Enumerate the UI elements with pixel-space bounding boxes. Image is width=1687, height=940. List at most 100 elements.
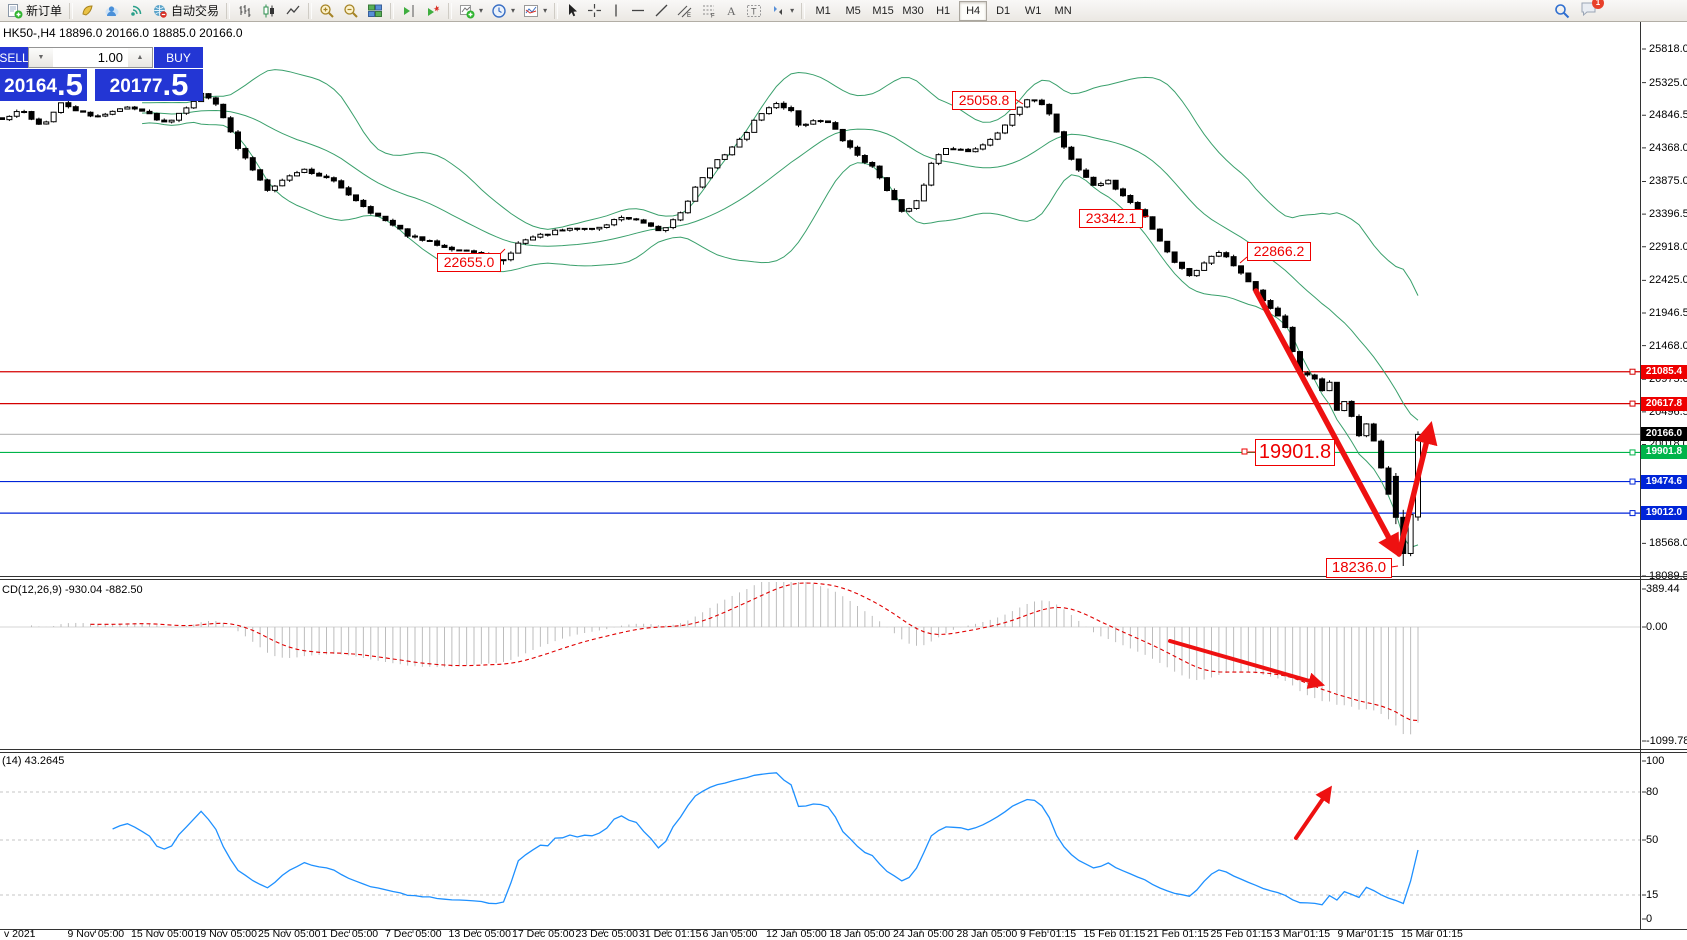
chart-ohlc-header: HK50-,H4 18896.0 20166.0 18885.0 20166.0 — [3, 26, 243, 40]
line-chart-mode-button[interactable] — [281, 1, 305, 21]
price-annotation[interactable]: 25058.8 — [952, 91, 1016, 110]
periods-button[interactable]: ▾ — [487, 1, 519, 21]
chart-shift-icon — [401, 3, 417, 19]
search-icon[interactable] — [1554, 3, 1570, 19]
svg-text:T: T — [751, 7, 757, 17]
rsi-label: (14) 43.2645 — [2, 755, 64, 767]
timeframe-M1[interactable]: M1 — [809, 1, 837, 21]
chat-badge: 1 — [1592, 0, 1604, 9]
price-badge: 20617.8 — [1641, 397, 1687, 411]
zoom-in-button[interactable] — [315, 1, 339, 21]
timeframe-MN[interactable]: MN — [1049, 1, 1077, 21]
chevron-down-icon: ▾ — [511, 6, 515, 15]
price-annotation[interactable]: 22866.2 — [1247, 242, 1311, 261]
text-icon: A — [725, 3, 738, 18]
tile-windows-icon — [367, 3, 383, 19]
trend-arrow[interactable] — [1296, 790, 1329, 838]
channel-tool-button[interactable]: E — [673, 1, 697, 21]
add-indicator-button[interactable]: ▾ — [455, 1, 487, 21]
chat-button[interactable]: 1 — [1580, 1, 1597, 21]
toolbar-separator — [448, 3, 452, 19]
auto-scroll-button[interactable] — [421, 1, 445, 21]
horizontal-line-icon — [630, 3, 646, 18]
main-toolbar: 新订单 自动交易 ▾ ▾ — [0, 0, 1687, 22]
new-order-button[interactable]: 新订单 — [3, 1, 66, 21]
volume-decrease-button[interactable]: ▼ — [29, 48, 53, 67]
chart-canvas[interactable] — [0, 0, 1687, 940]
buy-button[interactable]: BUY — [154, 47, 203, 68]
toolbar-separator — [226, 3, 230, 19]
signals-icon — [128, 3, 144, 19]
templates-button[interactable]: ▾ — [519, 1, 551, 21]
svg-text:E: E — [687, 13, 691, 18]
toolbar-separator — [390, 3, 394, 19]
timeframe-H1[interactable]: H1 — [929, 1, 957, 21]
price-badge: 19901.8 — [1641, 445, 1687, 459]
chart-shift-button[interactable] — [397, 1, 421, 21]
cursor-tool-button[interactable] — [561, 1, 583, 21]
buy-price[interactable]: 20177.5 — [95, 69, 203, 101]
price-annotation[interactable]: 23342.1 — [1079, 209, 1143, 228]
timeframe-M5[interactable]: M5 — [839, 1, 867, 21]
trend-arrow[interactable] — [1399, 428, 1430, 554]
fibonacci-tool-button[interactable]: F — [697, 1, 721, 21]
volume-input[interactable] — [53, 48, 128, 67]
community-button[interactable] — [100, 1, 124, 21]
hline-tool-button[interactable] — [626, 1, 650, 21]
new-order-label: 新订单 — [26, 2, 62, 19]
text-label-tool-button[interactable]: T — [742, 1, 766, 21]
vline-tool-button[interactable] — [606, 1, 626, 21]
palette-icon — [80, 3, 96, 19]
cursor-icon — [565, 3, 579, 18]
sell-button[interactable]: SELL — [0, 47, 28, 68]
community-icon — [104, 3, 120, 19]
timeframe-H4[interactable]: H4 — [959, 1, 987, 21]
tile-windows-button[interactable] — [363, 1, 387, 21]
candlestick-icon — [261, 3, 277, 19]
trend-arrow[interactable] — [1170, 641, 1320, 684]
crosshair-tool-button[interactable] — [583, 1, 606, 21]
bar-chart-mode-button[interactable] — [233, 1, 257, 21]
timeframe-group: M1M5M15M30H1H4D1W1MN — [808, 1, 1078, 21]
timeframe-M30[interactable]: M30 — [899, 1, 927, 21]
one-click-trading-panel: SELL ▼ ▲ BUY 20164.5 20177.5 — [0, 47, 203, 101]
timeframe-D1[interactable]: D1 — [989, 1, 1017, 21]
sell-price[interactable]: 20164.5 — [0, 69, 87, 101]
zoom-in-icon — [319, 3, 335, 19]
timeframe-W1[interactable]: W1 — [1019, 1, 1047, 21]
trendline-tool-button[interactable] — [650, 1, 673, 21]
signals-button[interactable] — [124, 1, 148, 21]
price-annotation[interactable]: 18236.0 — [1326, 558, 1392, 578]
arrows-tool-button[interactable]: ▾ — [766, 1, 798, 21]
equidistant-channel-icon: E — [677, 3, 693, 18]
autotrade-button[interactable]: 自动交易 — [148, 1, 223, 21]
volume-increase-button[interactable]: ▲ — [128, 48, 152, 67]
toolbar-separator — [554, 3, 558, 19]
price-badge: 19012.0 — [1641, 506, 1687, 520]
chevron-down-icon: ▾ — [543, 6, 547, 15]
fibonacci-icon: F — [701, 3, 717, 18]
price-annotation[interactable]: 19901.8 — [1255, 439, 1335, 466]
candle-chart-mode-button[interactable] — [257, 1, 281, 21]
trend-arrow[interactable] — [1256, 291, 1396, 551]
macd-label: CD(12,26,9) -930.04 -882.50 — [2, 584, 143, 596]
autotrade-label: 自动交易 — [171, 2, 219, 19]
arrow-symbols-icon — [770, 3, 786, 18]
toolbar-separator — [801, 3, 805, 19]
timeframe-M15[interactable]: M15 — [869, 1, 897, 21]
price-badge: 20166.0 — [1641, 427, 1687, 441]
bar-chart-icon — [237, 3, 253, 19]
clock-icon — [491, 3, 507, 19]
zoom-out-button[interactable] — [339, 1, 363, 21]
zoom-out-icon — [343, 3, 359, 19]
crosshair-icon — [587, 3, 602, 18]
charts-palette-button[interactable] — [76, 1, 100, 21]
text-tool-button[interactable]: A — [721, 1, 742, 21]
price-badge: 21085.4 — [1641, 365, 1687, 379]
price-annotation[interactable]: 22655.0 — [437, 253, 501, 272]
volume-stepper: ▼ ▲ — [28, 47, 153, 68]
toolbar-separator — [69, 3, 73, 19]
auto-scroll-icon — [425, 3, 441, 19]
svg-text:A: A — [727, 4, 736, 18]
new-order-icon — [7, 3, 23, 19]
